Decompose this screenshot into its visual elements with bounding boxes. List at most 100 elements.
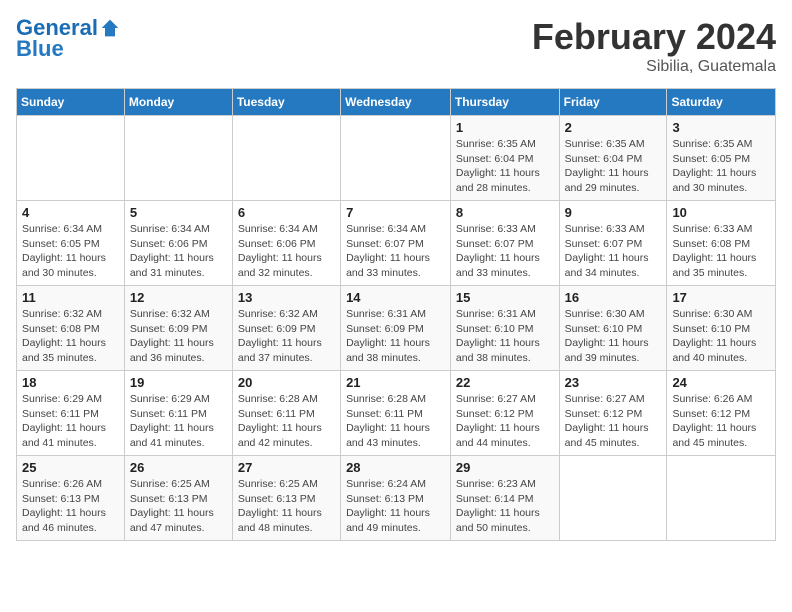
day-number: 10: [672, 205, 770, 220]
day-cell: 24 Sunrise: 6:26 AM Sunset: 6:12 PM Dayli…: [667, 371, 776, 456]
day-info: Sunrise: 6:33 AM Sunset: 6:07 PM Dayligh…: [456, 222, 554, 281]
day-number: 17: [672, 290, 770, 305]
day-number: 15: [456, 290, 554, 305]
day-cell: 1 Sunrise: 6:35 AM Sunset: 6:04 PM Daylig…: [450, 116, 559, 201]
day-info: Sunrise: 6:29 AM Sunset: 6:11 PM Dayligh…: [22, 392, 119, 451]
day-info: Sunrise: 6:25 AM Sunset: 6:13 PM Dayligh…: [130, 477, 227, 536]
day-number: 9: [565, 205, 662, 220]
calendar-table: SundayMondayTuesdayWednesdayThursdayFrid…: [16, 88, 776, 541]
day-cell: 11Sunrise: 6:32 AM Sunset: 6:08 PM Dayli…: [17, 286, 125, 371]
day-number: 3: [672, 120, 770, 135]
day-cell: [559, 456, 667, 541]
day-info: Sunrise: 6:23 AM Sunset: 6:14 PM Dayligh…: [456, 477, 554, 536]
day-cell: 6 Sunrise: 6:34 AM Sunset: 6:06 PM Daylig…: [232, 201, 340, 286]
day-number: 23: [565, 375, 662, 390]
week-row-4: 18Sunrise: 6:29 AM Sunset: 6:11 PM Dayli…: [17, 371, 776, 456]
location-subtitle: Sibilia, Guatemala: [532, 58, 776, 76]
day-info: Sunrise: 6:28 AM Sunset: 6:11 PM Dayligh…: [238, 392, 335, 451]
day-info: Sunrise: 6:31 AM Sunset: 6:10 PM Dayligh…: [456, 307, 554, 366]
col-header-friday: Friday: [559, 89, 667, 116]
day-cell: 28 Sunrise: 6:24 AM Sunset: 6:13 PM Dayli…: [341, 456, 451, 541]
day-info: Sunrise: 6:24 AM Sunset: 6:13 PM Dayligh…: [346, 477, 445, 536]
day-cell: 18Sunrise: 6:29 AM Sunset: 6:11 PM Dayli…: [17, 371, 125, 456]
day-info: Sunrise: 6:35 AM Sunset: 6:04 PM Dayligh…: [565, 137, 662, 196]
day-info: Sunrise: 6:34 AM Sunset: 6:07 PM Dayligh…: [346, 222, 445, 281]
day-cell: 14 Sunrise: 6:31 AM Sunset: 6:09 PM Dayli…: [341, 286, 451, 371]
day-number: 28: [346, 460, 445, 475]
day-cell: 3 Sunrise: 6:35 AM Sunset: 6:05 PM Daylig…: [667, 116, 776, 201]
day-number: 21: [346, 375, 445, 390]
day-number: 11: [22, 290, 119, 305]
day-info: Sunrise: 6:32 AM Sunset: 6:09 PM Dayligh…: [130, 307, 227, 366]
day-cell: [17, 116, 125, 201]
day-cell: 16 Sunrise: 6:30 AM Sunset: 6:10 PM Dayli…: [559, 286, 667, 371]
day-cell: 15 Sunrise: 6:31 AM Sunset: 6:10 PM Dayli…: [450, 286, 559, 371]
header-row: SundayMondayTuesdayWednesdayThursdayFrid…: [17, 89, 776, 116]
day-cell: 23 Sunrise: 6:27 AM Sunset: 6:12 PM Dayli…: [559, 371, 667, 456]
col-header-thursday: Thursday: [450, 89, 559, 116]
day-number: 1: [456, 120, 554, 135]
day-info: Sunrise: 6:26 AM Sunset: 6:13 PM Dayligh…: [22, 477, 119, 536]
week-row-2: 4 Sunrise: 6:34 AM Sunset: 6:05 PM Daylig…: [17, 201, 776, 286]
week-row-3: 11Sunrise: 6:32 AM Sunset: 6:08 PM Dayli…: [17, 286, 776, 371]
day-number: 12: [130, 290, 227, 305]
day-number: 7: [346, 205, 445, 220]
day-info: Sunrise: 6:26 AM Sunset: 6:12 PM Dayligh…: [672, 392, 770, 451]
day-cell: 21 Sunrise: 6:28 AM Sunset: 6:11 PM Dayli…: [341, 371, 451, 456]
col-header-monday: Monday: [124, 89, 232, 116]
day-cell: [232, 116, 340, 201]
page-header: General Blue February 2024 Sibilia, Guat…: [16, 16, 776, 76]
day-cell: [667, 456, 776, 541]
day-number: 16: [565, 290, 662, 305]
day-cell: 19 Sunrise: 6:29 AM Sunset: 6:11 PM Dayli…: [124, 371, 232, 456]
day-info: Sunrise: 6:33 AM Sunset: 6:07 PM Dayligh…: [565, 222, 662, 281]
day-info: Sunrise: 6:29 AM Sunset: 6:11 PM Dayligh…: [130, 392, 227, 451]
day-number: 20: [238, 375, 335, 390]
day-cell: 17 Sunrise: 6:30 AM Sunset: 6:10 PM Dayli…: [667, 286, 776, 371]
day-number: 4: [22, 205, 119, 220]
day-info: Sunrise: 6:27 AM Sunset: 6:12 PM Dayligh…: [565, 392, 662, 451]
day-cell: 12 Sunrise: 6:32 AM Sunset: 6:09 PM Dayli…: [124, 286, 232, 371]
day-info: Sunrise: 6:25 AM Sunset: 6:13 PM Dayligh…: [238, 477, 335, 536]
day-cell: 27 Sunrise: 6:25 AM Sunset: 6:13 PM Dayli…: [232, 456, 340, 541]
day-cell: 13Sunrise: 6:32 AM Sunset: 6:09 PM Dayli…: [232, 286, 340, 371]
day-info: Sunrise: 6:32 AM Sunset: 6:09 PM Dayligh…: [238, 307, 335, 366]
day-number: 25: [22, 460, 119, 475]
day-number: 5: [130, 205, 227, 220]
day-number: 27: [238, 460, 335, 475]
day-info: Sunrise: 6:33 AM Sunset: 6:08 PM Dayligh…: [672, 222, 770, 281]
day-info: Sunrise: 6:30 AM Sunset: 6:10 PM Dayligh…: [672, 307, 770, 366]
month-title: February 2024: [532, 16, 776, 58]
day-info: Sunrise: 6:31 AM Sunset: 6:09 PM Dayligh…: [346, 307, 445, 366]
day-cell: 5 Sunrise: 6:34 AM Sunset: 6:06 PM Daylig…: [124, 201, 232, 286]
day-number: 29: [456, 460, 554, 475]
day-cell: 8Sunrise: 6:33 AM Sunset: 6:07 PM Daylig…: [450, 201, 559, 286]
day-number: 26: [130, 460, 227, 475]
day-info: Sunrise: 6:35 AM Sunset: 6:05 PM Dayligh…: [672, 137, 770, 196]
title-block: February 2024 Sibilia, Guatemala: [532, 16, 776, 76]
day-number: 14: [346, 290, 445, 305]
day-info: Sunrise: 6:34 AM Sunset: 6:06 PM Dayligh…: [238, 222, 335, 281]
day-info: Sunrise: 6:27 AM Sunset: 6:12 PM Dayligh…: [456, 392, 554, 451]
col-header-saturday: Saturday: [667, 89, 776, 116]
day-info: Sunrise: 6:34 AM Sunset: 6:05 PM Dayligh…: [22, 222, 119, 281]
day-info: Sunrise: 6:34 AM Sunset: 6:06 PM Dayligh…: [130, 222, 227, 281]
day-info: Sunrise: 6:35 AM Sunset: 6:04 PM Dayligh…: [456, 137, 554, 196]
day-info: Sunrise: 6:30 AM Sunset: 6:10 PM Dayligh…: [565, 307, 662, 366]
day-cell: 22Sunrise: 6:27 AM Sunset: 6:12 PM Dayli…: [450, 371, 559, 456]
col-header-sunday: Sunday: [17, 89, 125, 116]
week-row-1: 1 Sunrise: 6:35 AM Sunset: 6:04 PM Daylig…: [17, 116, 776, 201]
day-number: 6: [238, 205, 335, 220]
col-header-wednesday: Wednesday: [341, 89, 451, 116]
logo: General Blue: [16, 16, 120, 62]
day-number: 2: [565, 120, 662, 135]
day-cell: 7 Sunrise: 6:34 AM Sunset: 6:07 PM Daylig…: [341, 201, 451, 286]
day-number: 24: [672, 375, 770, 390]
day-number: 19: [130, 375, 227, 390]
day-cell: 10 Sunrise: 6:33 AM Sunset: 6:08 PM Dayli…: [667, 201, 776, 286]
day-cell: 26 Sunrise: 6:25 AM Sunset: 6:13 PM Dayli…: [124, 456, 232, 541]
day-cell: 25 Sunrise: 6:26 AM Sunset: 6:13 PM Dayli…: [17, 456, 125, 541]
day-info: Sunrise: 6:28 AM Sunset: 6:11 PM Dayligh…: [346, 392, 445, 451]
logo-icon: [100, 18, 120, 38]
day-cell: 4 Sunrise: 6:34 AM Sunset: 6:05 PM Daylig…: [17, 201, 125, 286]
